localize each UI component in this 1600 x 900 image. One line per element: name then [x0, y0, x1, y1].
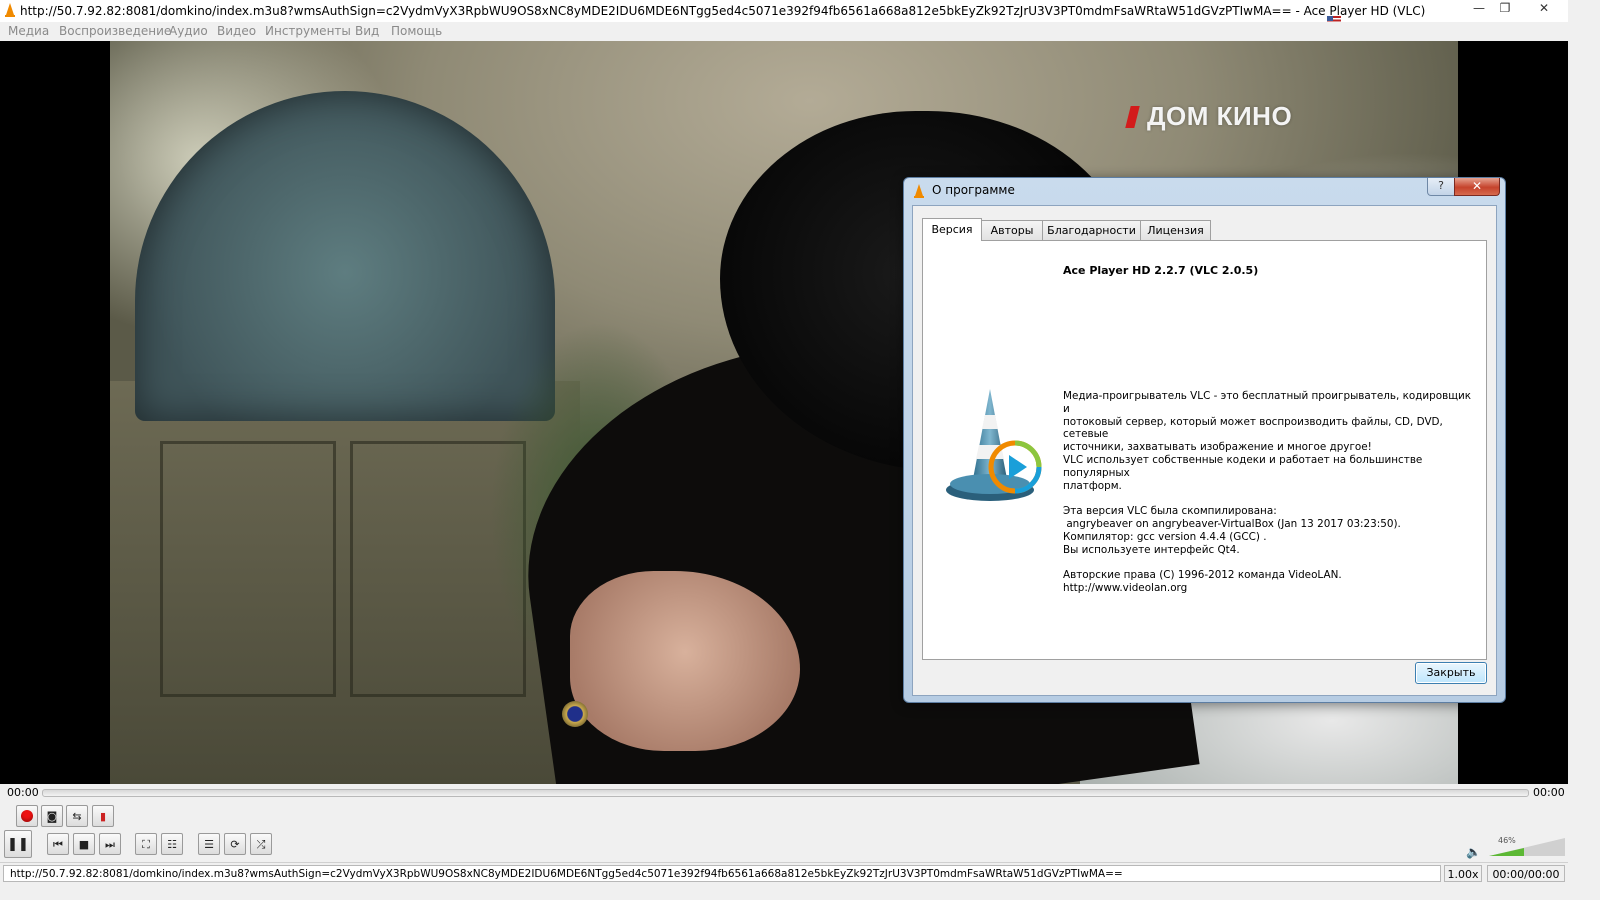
frame-by-frame-button[interactable]: ▮ [92, 805, 114, 827]
status-media-url: http://50.7.92.82:8081/domkino/index.m3u… [3, 865, 1441, 882]
window-titlebar: http://50.7.92.82:8081/domkino/index.m3u… [0, 0, 1568, 25]
menu-audio[interactable]: Аудио [169, 24, 208, 38]
tab-authors[interactable]: Авторы [981, 220, 1043, 240]
shuffle-button[interactable]: ⤮ [250, 833, 272, 855]
build-info-line: angrybeaver on angrybeaver-VirtualBox (J… [1063, 517, 1401, 530]
maximize-button[interactable]: ❐ [1492, 0, 1518, 18]
fullscreen-button[interactable]: ⛶ [135, 833, 157, 855]
record-button[interactable] [16, 805, 38, 827]
video-scene-ring [562, 701, 588, 727]
stop-button[interactable]: ■ [73, 833, 95, 855]
fullscreen-icon: ⛶ [142, 838, 150, 851]
film-frame-icon: ▮ [99, 810, 107, 823]
dialog-close-button[interactable]: Закрыть [1415, 662, 1487, 684]
menu-help[interactable]: Помощь [391, 24, 442, 38]
build-info-line: Вы используете интерфейс Qt4. [1063, 543, 1240, 556]
menu-media[interactable]: Медиа [8, 24, 49, 38]
playback-speed[interactable]: 1.00x [1444, 865, 1482, 882]
tab-license[interactable]: Лицензия [1140, 220, 1211, 240]
volume-percent: 46% [1498, 836, 1516, 845]
website-link[interactable]: http://www.videolan.org [1063, 582, 1473, 595]
description-line: Медиа-проигрыватель VLC - это бесплатный… [1063, 390, 1475, 415]
description-line: VLC использует собственные кодеки и рабо… [1063, 453, 1426, 479]
tab-version[interactable]: Версия [922, 218, 982, 241]
extended-settings-button[interactable]: ☷ [161, 833, 183, 855]
record-icon [21, 810, 33, 822]
dialog-help-button[interactable]: ? [1427, 178, 1455, 196]
window-title: http://50.7.92.82:8081/domkino/index.m3u… [20, 4, 1426, 18]
previous-button[interactable]: ⏮ [47, 833, 69, 855]
previous-icon: ⏮ [53, 838, 63, 851]
channel-logo: ДОМ КИНО [1125, 101, 1292, 132]
next-icon: ⏭ [105, 838, 115, 851]
dialog-close-icon-button[interactable]: ✕ [1454, 178, 1500, 196]
menu-tools[interactable]: Инструменты [265, 24, 351, 38]
build-info-line: Компилятор: gcc version 4.4.4 (GCC) . [1063, 530, 1267, 543]
description-line: источники, захватывать изображение и мно… [1063, 441, 1372, 454]
playlist-icon: ☰ [204, 838, 214, 851]
dialog-content: Версия Авторы Благодарности Лицензия Ace… [912, 205, 1497, 696]
speaker-icon[interactable]: 🔈 [1466, 845, 1481, 859]
vlc-app-icon [5, 3, 15, 17]
status-bar: http://50.7.92.82:8081/domkino/index.m3u… [0, 862, 1568, 886]
build-info-line: Эта версия VLC была скомпилирована: [1063, 505, 1277, 518]
menu-playback[interactable]: Воспроизведение [59, 24, 171, 38]
snapshot-button[interactable]: ◙ [41, 805, 63, 827]
menu-view[interactable]: Вид [355, 24, 379, 38]
elapsed-time: 00:00 [7, 786, 39, 799]
equalizer-icon: ☷ [167, 838, 177, 851]
loop-ab-button[interactable]: ⇆ [66, 805, 88, 827]
pause-icon: ❚❚ [7, 837, 29, 852]
description-line: платформ. [1063, 479, 1122, 492]
seek-slider[interactable] [42, 789, 1529, 797]
dialog-title: О программе [932, 183, 1015, 197]
repeat-icon: ⟳ [230, 838, 240, 851]
vlc-dialog-icon [914, 184, 924, 198]
ab-loop-icon: ⇆ [72, 810, 82, 823]
about-dialog: О программе ? ✕ Версия Авторы Благодарно… [903, 177, 1506, 703]
menu-video[interactable]: Видео [217, 24, 256, 38]
stop-icon: ■ [78, 838, 90, 851]
playlist-button[interactable]: ☰ [198, 833, 220, 855]
seek-area: 00:00 00:00 [0, 784, 1568, 802]
description-line: потоковый сервер, который может воспроиз… [1063, 415, 1447, 441]
camera-icon: ◙ [46, 810, 58, 823]
minimize-button[interactable]: — [1466, 0, 1492, 18]
volume-level-fill [1489, 848, 1524, 856]
version-tab-pane: Ace Player HD 2.2.7 (VLC 2.0.5) Медиа-пр… [922, 240, 1487, 660]
about-text: Медиа-проигрыватель VLC - это бесплатный… [1063, 390, 1473, 595]
app-version: Ace Player HD 2.2.7 (VLC 2.0.5) [1063, 264, 1259, 277]
loop-button[interactable]: ⟳ [224, 833, 246, 855]
vlc-cone-logo-icon [946, 389, 1042, 501]
copyright-text: Авторские права (C) 1996-2012 команда Vi… [1063, 569, 1342, 582]
tab-thanks[interactable]: Благодарности [1042, 220, 1141, 240]
window-close-button[interactable]: ✕ [1531, 0, 1557, 18]
status-time[interactable]: 00:00/00:00 [1487, 865, 1565, 882]
total-time: 00:00 [1533, 786, 1565, 799]
shuffle-icon: ⤮ [256, 838, 266, 851]
next-button[interactable]: ⏭ [99, 833, 121, 855]
menu-bar: Медиа Воспроизведение Аудио Видео Инстру… [0, 22, 1568, 41]
pause-button[interactable]: ❚❚ [4, 830, 32, 858]
